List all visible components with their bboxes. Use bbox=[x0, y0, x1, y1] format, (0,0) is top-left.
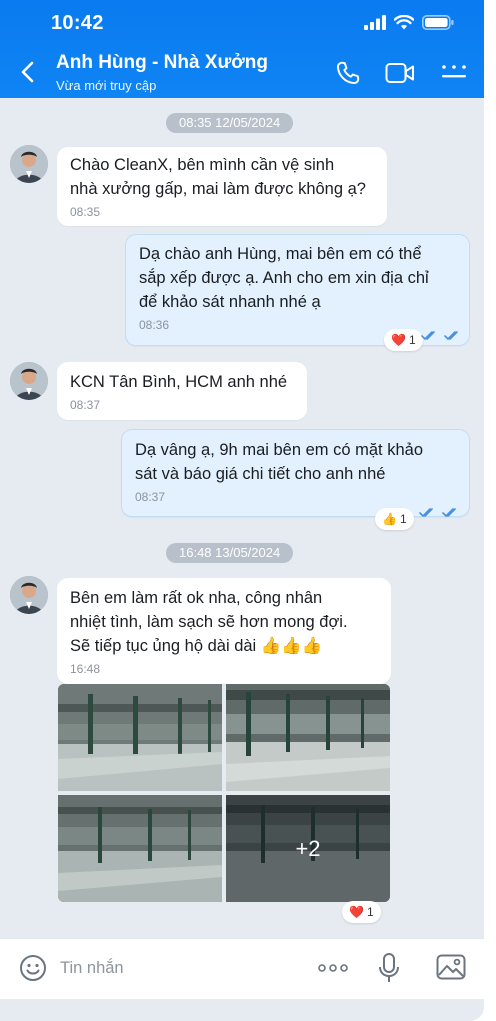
warehouse-photo[interactable] bbox=[58, 684, 222, 791]
message-input[interactable]: Tin nhắn bbox=[60, 959, 124, 978]
thumbs-up-icon: 👍 bbox=[382, 512, 397, 526]
message-text: Bên em làm rất ok nha, công nhân nhiệt t… bbox=[70, 589, 348, 655]
incoming-message[interactable]: Bên em làm rất ok nha, công nhân nhiệt t… bbox=[57, 578, 391, 684]
message-text: KCN Tân Bình, HCM anh nhé bbox=[70, 373, 288, 391]
menu-icon[interactable] bbox=[441, 64, 467, 80]
back-arrow-icon[interactable] bbox=[18, 60, 38, 84]
incoming-message[interactable]: KCN Tân Bình, HCM anh nhé 08:37 bbox=[57, 362, 307, 420]
avatar[interactable] bbox=[10, 576, 48, 614]
date-separator: 16:48 13/05/2024 bbox=[166, 543, 294, 563]
outgoing-message[interactable]: Dạ chào anh Hùng, mai bên em có thể sắp … bbox=[125, 234, 470, 346]
warehouse-photo[interactable]: +2 bbox=[226, 795, 390, 902]
reaction-count: 1 bbox=[399, 512, 407, 526]
message-input-bar: Tin nhắn bbox=[0, 938, 484, 999]
more-icon[interactable] bbox=[318, 963, 348, 973]
signal-icon bbox=[364, 15, 386, 30]
avatar[interactable] bbox=[10, 145, 48, 183]
video-call-icon[interactable] bbox=[385, 61, 415, 85]
seen-ticks-icon bbox=[419, 508, 456, 518]
emoji-icon[interactable] bbox=[19, 954, 47, 982]
wifi-icon bbox=[394, 15, 414, 30]
incoming-message[interactable]: Chào CleanX, bên mình cần vệ sinh nhà xư… bbox=[57, 147, 387, 226]
reaction-count: 1 bbox=[366, 905, 374, 919]
reaction-badge[interactable]: ❤️ 1 bbox=[342, 901, 381, 923]
avatar[interactable] bbox=[10, 362, 48, 400]
chat-header: 10:42 Anh Hùng - Nhà Xưởng Vừa mới truy … bbox=[0, 0, 484, 98]
message-time: 08:35 bbox=[70, 205, 101, 219]
reaction-badge[interactable]: ❤️ 1 bbox=[384, 329, 423, 351]
reaction-count: 1 bbox=[408, 333, 416, 347]
outgoing-message[interactable]: Dạ vâng ạ, 9h mai bên em có mặt khảo sát… bbox=[121, 429, 470, 517]
heart-icon: ❤️ bbox=[349, 905, 364, 919]
more-photos-count[interactable]: +2 bbox=[226, 795, 390, 902]
date-separator: 08:35 12/05/2024 bbox=[166, 113, 294, 133]
heart-icon: ❤️ bbox=[391, 333, 406, 347]
last-seen-status: Vừa mới truy cập bbox=[56, 78, 157, 93]
battery-icon bbox=[422, 15, 454, 30]
status-time: 10:42 bbox=[51, 12, 104, 34]
message-text: Dạ vâng ạ, 9h mai bên em có mặt khảo sát… bbox=[135, 441, 423, 483]
message-text: Dạ chào anh Hùng, mai bên em có thể sắp … bbox=[139, 245, 429, 311]
warehouse-photo[interactable] bbox=[226, 684, 390, 791]
seen-ticks-icon bbox=[421, 331, 458, 341]
message-text: Chào CleanX, bên mình cần vệ sinh nhà xư… bbox=[70, 156, 366, 198]
phone-icon[interactable] bbox=[335, 60, 361, 86]
status-icons bbox=[364, 15, 454, 30]
microphone-icon[interactable] bbox=[378, 952, 400, 984]
message-time: 08:37 bbox=[70, 398, 101, 412]
message-time: 16:48 bbox=[70, 662, 101, 676]
image-icon[interactable] bbox=[436, 954, 466, 980]
warehouse-photo[interactable] bbox=[58, 795, 222, 902]
message-time: 08:37 bbox=[135, 490, 166, 504]
contact-name[interactable]: Anh Hùng - Nhà Xưởng bbox=[56, 52, 268, 74]
chat-screen: 10:42 Anh Hùng - Nhà Xưởng Vừa mới truy … bbox=[0, 0, 484, 1021]
reaction-badge[interactable]: 👍 1 bbox=[375, 508, 414, 530]
